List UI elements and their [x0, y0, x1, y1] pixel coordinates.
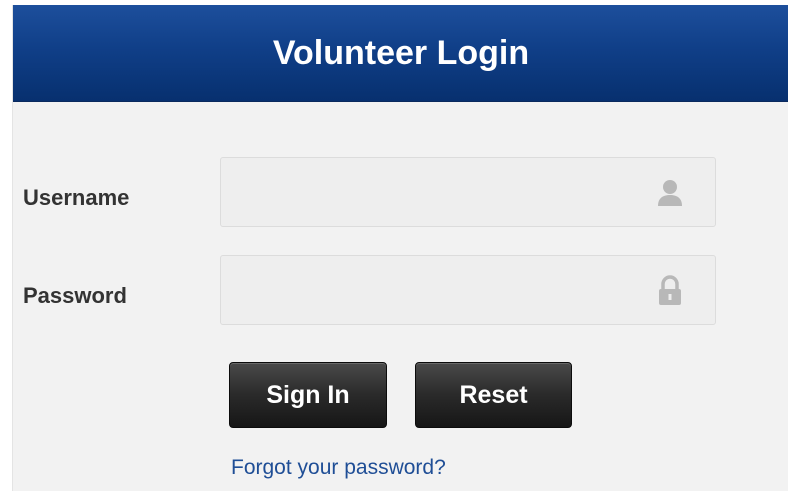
lock-icon	[659, 275, 681, 305]
password-input[interactable]	[221, 256, 641, 324]
reset-button[interactable]: Reset	[415, 362, 572, 428]
username-input[interactable]	[221, 158, 641, 226]
login-header: Volunteer Login	[13, 5, 788, 102]
forgot-password-link[interactable]: Forgot your password?	[231, 456, 446, 480]
password-label: Password	[23, 283, 127, 308]
username-field-wrapper	[220, 157, 716, 227]
sign-in-button[interactable]: Sign In	[229, 362, 387, 428]
username-label: Username	[23, 185, 130, 210]
page-title: Volunteer Login	[272, 34, 530, 72]
password-field-wrapper	[220, 255, 716, 325]
login-panel: Volunteer Login Username Password Sign I…	[12, 5, 788, 491]
user-icon	[658, 180, 682, 206]
